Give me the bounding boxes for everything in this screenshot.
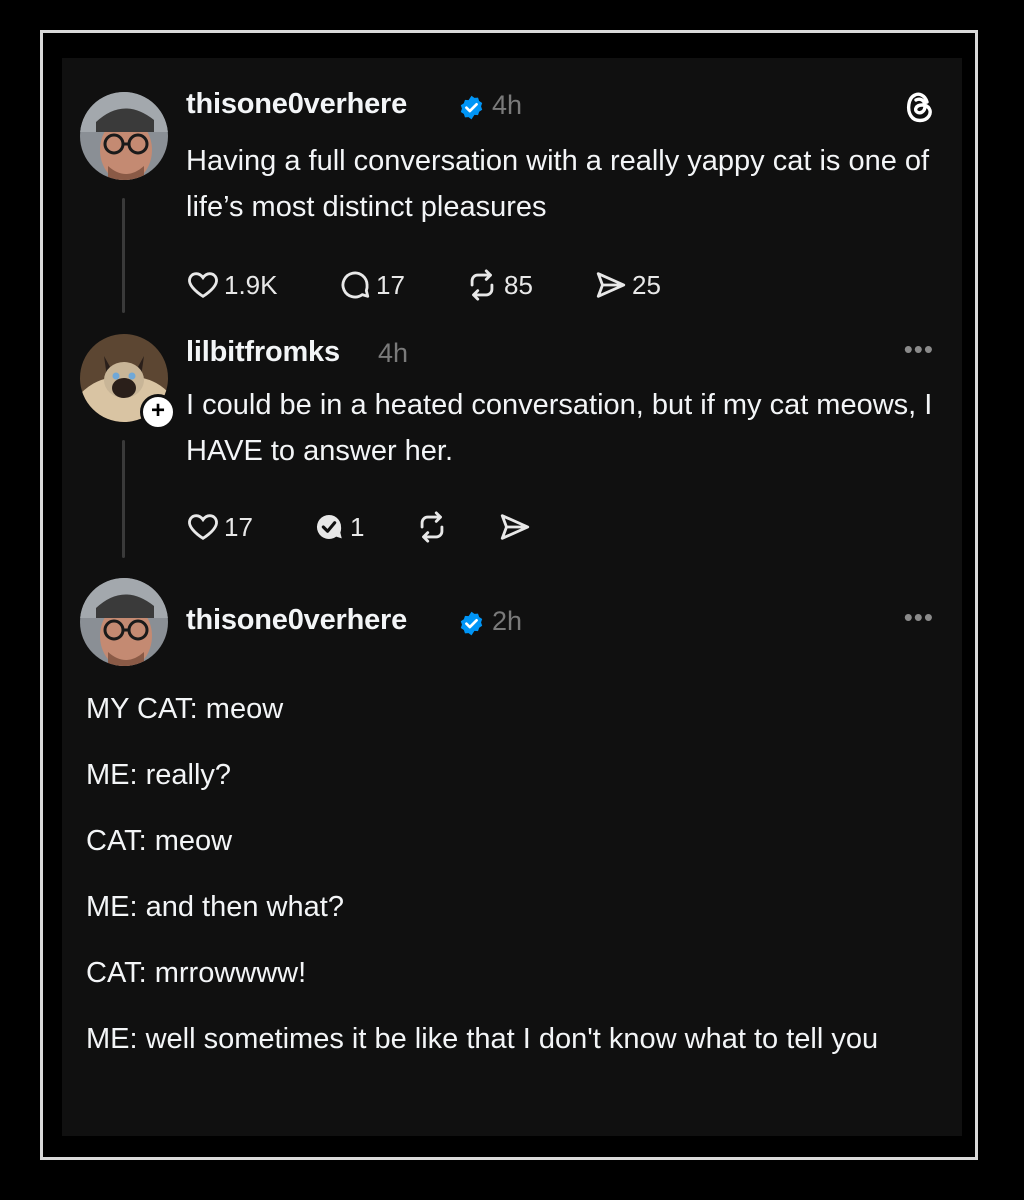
username[interactable]: thisone0verhere [186, 88, 407, 121]
dialogue-line: CAT: mrrowwww! [86, 957, 307, 989]
like-button[interactable]: 1.9K [186, 268, 278, 302]
heart-icon [188, 272, 218, 298]
repost-icon [470, 269, 494, 301]
thread-line [122, 198, 125, 313]
man-avatar-icon [80, 92, 168, 180]
post-text: Having a full conversation with a really… [186, 145, 930, 223]
share-button[interactable] [498, 510, 536, 544]
share-button[interactable]: 25 [594, 268, 661, 302]
post-text: I could be in a heated conversation, but… [186, 389, 933, 467]
reply-count: 17 [376, 269, 405, 300]
follow-plus-button[interactable]: + [140, 394, 176, 430]
more-options-button[interactable]: ••• [904, 602, 934, 633]
post-actions: 17 1 [186, 510, 586, 544]
verified-badge-icon [460, 611, 483, 636]
send-icon [596, 272, 626, 298]
thread-line [122, 440, 125, 558]
post-time: 2h [492, 606, 523, 636]
share-count: 25 [632, 269, 661, 300]
post-time: 4h [378, 338, 409, 368]
replied-comment-icon [316, 514, 342, 540]
send-icon [500, 514, 530, 540]
like-count: 17 [224, 511, 253, 542]
dialogue-line: ME: well sometimes it be like that I don… [86, 1023, 879, 1055]
repost-count: 85 [504, 269, 533, 300]
threads-logo-icon[interactable] [900, 88, 938, 126]
heart-icon [188, 514, 218, 540]
like-count: 1.9K [224, 269, 278, 300]
username[interactable]: thisone0verhere [186, 604, 407, 637]
avatar[interactable] [80, 92, 168, 180]
reply-button[interactable]: 17 [338, 268, 405, 302]
dialogue-line: CAT: meow [86, 825, 233, 857]
post-time: 4h [492, 90, 523, 120]
avatar[interactable] [80, 578, 168, 666]
repost-button[interactable] [414, 510, 454, 544]
man-avatar-icon [80, 578, 168, 666]
dialogue-line: ME: really? [86, 759, 232, 791]
more-options-button[interactable]: ••• [904, 334, 934, 365]
verified-badge-icon [460, 95, 483, 120]
like-button[interactable]: 17 [186, 510, 253, 544]
dialogue-line: MY CAT: meow [86, 693, 284, 725]
comment-icon [341, 271, 370, 299]
reply-button[interactable]: 1 [312, 510, 364, 544]
threads-panel: thisone0verhere 4h Having a full convers… [62, 58, 962, 1136]
repost-icon [420, 511, 444, 543]
post-actions: 1.9K 17 85 25 [186, 268, 746, 302]
reply-count: 1 [350, 511, 365, 542]
username[interactable]: lilbitfromks [186, 336, 340, 369]
dialogue-line: ME: and then what? [86, 891, 344, 923]
dialogue-text: MY CAT: meow ME: really? CAT: meow ME: a… [86, 686, 936, 1062]
repost-button[interactable]: 85 [464, 268, 533, 302]
